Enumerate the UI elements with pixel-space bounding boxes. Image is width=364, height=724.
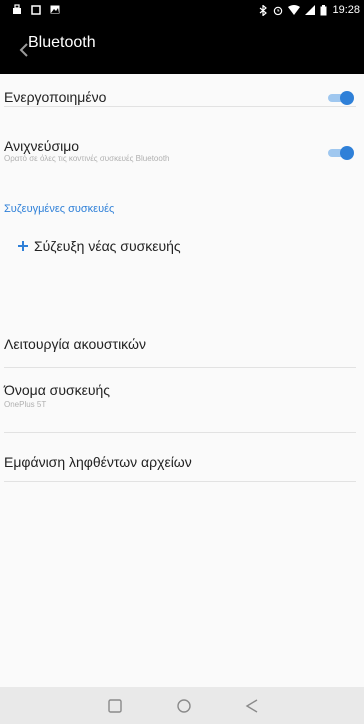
headset-mode-row[interactable]: Λειτουργία ακουστικών — [0, 332, 364, 360]
wifi-icon — [288, 4, 301, 15]
device-name-value: OnePlus 5T — [4, 400, 47, 409]
device-name-label: Όνομα συσκευής — [4, 382, 111, 398]
pair-new-device-label: Σύζευξη νέας συσκευής — [34, 238, 181, 254]
alarm-icon — [274, 6, 283, 15]
pair-new-device-button[interactable]: Σύζευξη νέας συσκευής — [18, 238, 181, 254]
divider — [4, 481, 356, 482]
navigation-bar — [0, 687, 364, 724]
device-name-row[interactable]: Όνομα συσκευής OnePlus 5T — [0, 378, 364, 418]
battery-icon — [320, 4, 327, 15]
discoverable-description: Ορατό σε όλες τις κοντινές συσκευές Blue… — [4, 154, 170, 163]
show-received-files-label: Εμφάνιση ληφθέντων αρχείων — [4, 454, 192, 470]
divider — [4, 432, 356, 433]
status-time: 19:28 — [332, 4, 360, 16]
image-icon — [50, 5, 60, 14]
bluetooth-enabled-label: Ενεργοποιημένο — [4, 89, 107, 105]
bluetooth-enabled-row[interactable]: Ενεργοποιημένο — [0, 80, 364, 114]
plus-icon — [18, 241, 28, 251]
show-received-files-row[interactable]: Εμφάνιση ληφθέντων αρχείων — [0, 450, 364, 478]
discoverable-row[interactable]: Ανιχνεύσιμο Ορατό σε όλες τις κοντινές σ… — [0, 132, 364, 170]
bluetooth-enabled-toggle[interactable] — [328, 91, 354, 105]
toggle-thumb — [340, 146, 354, 160]
bluetooth-icon — [260, 4, 268, 16]
discoverable-label: Ανιχνεύσιμο — [4, 138, 80, 154]
back-triangle-icon[interactable] — [244, 698, 260, 714]
notification-icons — [12, 4, 60, 15]
notification-square-icon — [31, 5, 41, 15]
discoverable-toggle[interactable] — [328, 146, 354, 160]
paired-devices-header: Συζευγμένες συσκευές — [4, 203, 115, 215]
notification-app-icon — [13, 4, 21, 14]
toggle-thumb — [340, 91, 354, 105]
headset-mode-label: Λειτουργία ακουστικών — [4, 336, 146, 352]
divider — [4, 106, 356, 107]
status-bar: 19:28 — [0, 0, 364, 22]
recents-square-icon[interactable] — [107, 698, 123, 714]
system-icons: 19:28 — [258, 4, 360, 16]
page-title: Bluetooth — [28, 34, 96, 51]
signal-icon — [305, 4, 316, 15]
home-circle-icon[interactable] — [176, 698, 192, 714]
toolbar: Bluetooth — [0, 22, 364, 74]
divider — [4, 367, 356, 368]
